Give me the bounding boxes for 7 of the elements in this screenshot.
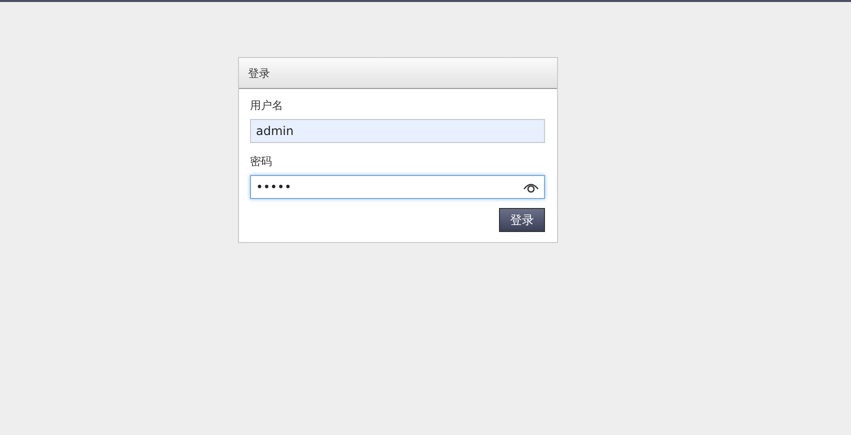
username-label: 用户名 — [250, 99, 284, 113]
eye-icon[interactable] — [523, 181, 539, 193]
username-field[interactable]: admin — [250, 119, 545, 143]
login-button[interactable]: 登录 — [499, 208, 545, 232]
password-field[interactable]: ••••• — [250, 175, 545, 199]
password-label: 密码 — [250, 155, 273, 169]
panel-title: 登录 — [239, 58, 557, 89]
